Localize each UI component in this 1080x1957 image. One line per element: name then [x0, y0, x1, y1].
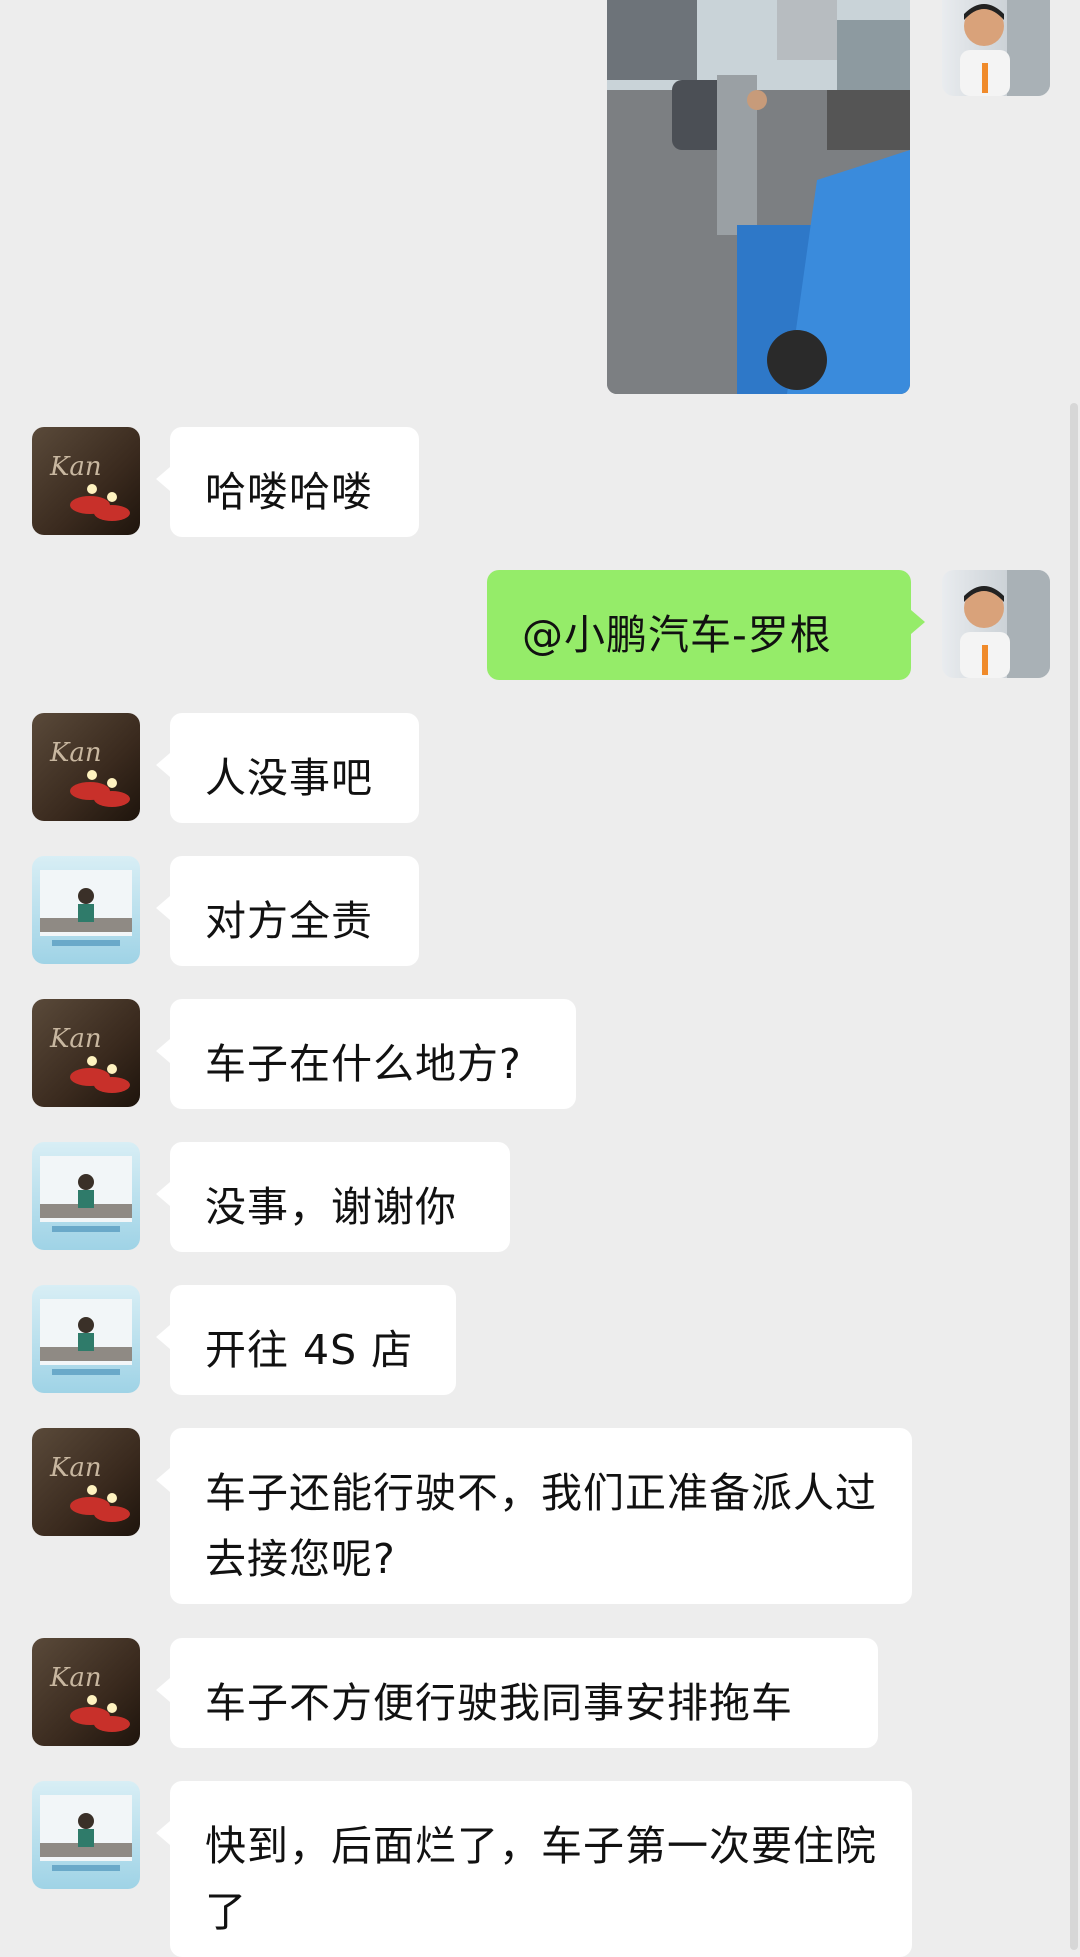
candle-avatar[interactable]: Kan: [32, 1638, 140, 1746]
office-avatar[interactable]: [32, 856, 140, 964]
message-bubble: 没事，谢谢你: [156, 1142, 510, 1252]
message-text: 车子不方便行驶我同事安排拖车: [205, 1679, 793, 1727]
message-text: 车子还能行驶不，我们正准备派人过去接您呢?: [205, 1469, 877, 1583]
message-text: @小鹏汽车-罗根: [522, 611, 832, 659]
self-avatar[interactable]: [942, 0, 1050, 96]
message-bubble: 对方全责: [156, 856, 419, 966]
office-avatar[interactable]: [32, 1285, 140, 1393]
message-bubble: 开往 4S 店: [156, 1285, 456, 1395]
message-text: 对方全责: [205, 897, 373, 945]
message-bubble: 哈喽哈喽: [156, 427, 419, 537]
scrollbar[interactable]: [1070, 403, 1078, 1950]
office-avatar[interactable]: [32, 1781, 140, 1889]
message-text: 开往 4S 店: [205, 1326, 414, 1374]
message-text: 车子在什么地方?: [205, 1040, 522, 1088]
office-avatar[interactable]: [32, 1142, 140, 1250]
svg-text:Kan: Kan: [49, 738, 102, 768]
message-bubble: 人没事吧: [156, 713, 419, 823]
message-text: 人没事吧: [205, 754, 373, 802]
message-bubble-outgoing: @小鹏汽车-罗根: [487, 570, 925, 680]
svg-text:Kan: Kan: [49, 1663, 102, 1693]
candle-avatar[interactable]: Kan: [32, 999, 140, 1107]
message-text: 哈喽哈喽: [205, 468, 373, 516]
candle-avatar[interactable]: Kan: [32, 713, 140, 821]
message-bubble: 车子在什么地方?: [156, 999, 576, 1109]
shared-photo[interactable]: [607, 0, 910, 394]
candle-avatar[interactable]: Kan: [32, 427, 140, 535]
message-text: 没事，谢谢你: [205, 1183, 457, 1231]
message-bubble: 快到，后面烂了，车子第一次要住院了: [156, 1781, 912, 1957]
self-avatar[interactable]: [942, 570, 1050, 678]
svg-text:Kan: Kan: [49, 1024, 102, 1054]
message-text: 快到，后面烂了，车子第一次要住院了: [205, 1822, 877, 1936]
svg-text:Kan: Kan: [49, 452, 102, 482]
street-accident-photo-icon: [607, 0, 910, 394]
message-bubble: 车子不方便行驶我同事安排拖车: [156, 1638, 878, 1748]
candle-avatar[interactable]: Kan: [32, 1428, 140, 1536]
svg-text:Kan: Kan: [49, 1453, 102, 1483]
message-bubble: 车子还能行驶不，我们正准备派人过去接您呢?: [156, 1428, 912, 1604]
